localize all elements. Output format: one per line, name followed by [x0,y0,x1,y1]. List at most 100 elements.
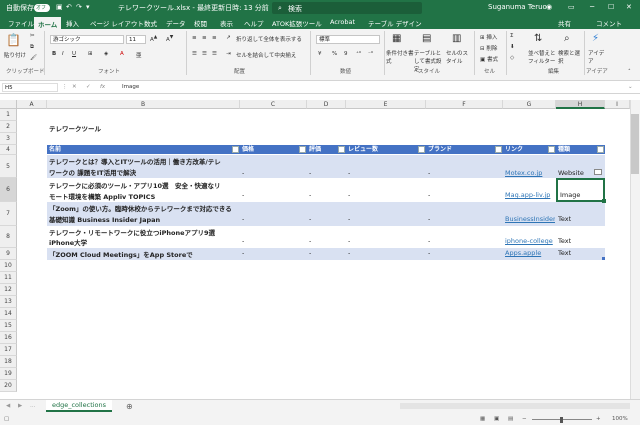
cell-name[interactable]: テレワーク・リモートワークに役立つiPhoneアプリ9選 [49,227,215,237]
formula-input[interactable]: Image [122,84,139,90]
cell-brand[interactable]: - [428,215,430,223]
cell-rating[interactable]: - [309,249,311,257]
cell-type[interactable]: Text [558,237,571,245]
format-painter-icon[interactable]: 🖌 [30,55,37,61]
tab-atok[interactable]: ATOK拡張ツール [272,18,322,28]
cell-name[interactable]: モート環境を構築 Appliv TOPICS [49,191,155,201]
cell-type[interactable]: Text [558,215,571,223]
customize-qat-icon[interactable]: ▾ [86,3,90,11]
zoom-in-icon[interactable]: + [596,416,601,422]
font-shrink-icon[interactable]: A▼ [166,35,173,43]
filter-dropdown-icon[interactable] [299,146,306,153]
row-header[interactable]: 3 [0,133,17,145]
cell-name[interactable]: ワークの 課題をIT活用で解決 [49,167,136,177]
filter-dropdown-icon[interactable] [548,146,555,153]
table-header-price[interactable]: 価格 [240,145,307,154]
percent-icon[interactable]: % [332,51,337,57]
format-as-table-icon[interactable]: ▤ [422,33,431,44]
font-size-select[interactable]: 11 [126,35,146,44]
more-sheets-icon[interactable]: … [30,403,36,409]
cell-name[interactable]: テレワークに必須のツール・アプリ10選 安全・快適なリ [49,180,221,190]
decimal-increase-icon[interactable]: ⁺⁰ [356,51,361,57]
cell-brand[interactable]: - [428,237,430,245]
filter-dropdown-icon[interactable] [338,146,345,153]
copy-icon[interactable]: ⧉ [30,44,34,51]
row-header[interactable]: 1 [0,109,17,121]
cell-reviews[interactable]: - [348,191,350,199]
horizontal-scrollbar[interactable] [400,403,630,409]
close-icon[interactable]: ✕ [626,3,632,11]
column-header-b[interactable]: B [47,100,240,109]
select-all-corner[interactable] [0,100,17,109]
share-button[interactable]: 共有 [558,18,571,28]
font-color-icon[interactable]: A [120,51,124,57]
maximize-icon[interactable]: ☐ [608,3,614,11]
cell-type[interactable]: Text [558,249,571,257]
conditional-format-icon[interactable]: ▦ [392,33,401,44]
zoom-out-icon[interactable]: − [522,416,527,422]
row-header[interactable]: 13 [0,296,17,308]
italic-icon[interactable]: I [62,51,64,57]
cell-reviews[interactable]: - [348,215,350,223]
page-break-view-icon[interactable]: ▤ [508,416,513,422]
row-header[interactable]: 2 [0,121,17,133]
sort-filter-button[interactable]: 並べ替えとフィルター [528,49,556,65]
table-header-type[interactable]: 種類 [556,145,605,154]
row-header[interactable]: 9 [0,248,17,260]
tab-data[interactable]: データ [166,18,186,28]
cell-styles-icon[interactable]: ▥ [452,33,461,44]
row-header[interactable]: 20 [0,380,17,392]
search-box[interactable]: ⌕ 検索 [272,2,422,14]
cell-brand[interactable]: - [428,169,430,177]
prev-sheet-icon[interactable]: ◀ [6,403,10,409]
currency-icon[interactable]: ¥ [318,51,322,57]
cell-name[interactable]: 基礎知識 Business Insider Japan [49,214,160,224]
row-header[interactable]: 4 [0,145,17,155]
align-middle-icon[interactable]: ≡ [202,35,207,41]
cell-price[interactable]: - [242,191,244,199]
orientation-icon[interactable]: ↗ [226,35,231,41]
insert-cells-button[interactable]: ⊞ 挿入 [480,33,497,41]
table-header-name[interactable]: 名前 [47,145,240,154]
autosum-icon[interactable]: Σ [510,33,513,39]
insert-function-icon[interactable]: fx [100,84,105,90]
clear-icon[interactable]: ◇ [510,55,514,61]
next-sheet-icon[interactable]: ▶ [18,403,22,409]
cell-reviews[interactable]: - [348,169,350,177]
cell-reviews[interactable]: - [348,237,350,245]
cell-price[interactable]: - [242,237,244,245]
cell-link[interactable]: Apps.apple [505,249,555,257]
row-header[interactable]: 5 [0,155,17,178]
cell-link[interactable]: BusinessInsider [505,215,555,223]
tab-insert[interactable]: 挿入 [66,18,79,28]
tab-home[interactable]: ホーム [34,17,62,29]
align-left-icon[interactable]: ☰ [192,51,197,57]
expand-formula-icon[interactable]: ⌄ [628,84,633,90]
fill-color-icon[interactable]: ◈ [104,51,108,57]
row-header[interactable]: 8 [0,226,17,248]
row-header[interactable]: 10 [0,260,17,272]
add-sheet-icon[interactable]: ⊕ [126,402,133,411]
redo-icon[interactable]: ↷ [76,3,82,11]
user-name[interactable]: Suganuma Teruo [488,3,547,11]
cell-type[interactable]: Website [558,169,584,177]
wrap-text-button[interactable]: 折り返して全体を表示する [236,35,302,43]
cell-rating[interactable]: - [309,237,311,245]
delete-cells-button[interactable]: ⊟ 削除 [480,44,497,52]
cell-name[interactable]: 「Zoom」の使い方。臨時休校からテレワークまで対応できる [49,203,232,213]
align-bottom-icon[interactable]: ≡ [212,35,217,41]
worksheet-grid[interactable]: A B C D E F G H I 1 2 3 4 5 6 7 8 9 10 1… [0,94,640,399]
table-header-brand[interactable]: ブランド [426,145,503,154]
cell-price[interactable]: - [242,215,244,223]
name-box[interactable]: H5 [2,83,58,92]
cell-rating[interactable]: - [309,191,311,199]
comma-icon[interactable]: 9 [344,51,348,57]
cell-price[interactable]: - [242,249,244,257]
row-header[interactable]: 11 [0,272,17,284]
table-header-link[interactable]: リンク [503,145,556,154]
column-header-g[interactable]: G [503,100,556,109]
merge-center-button[interactable]: セルを結合して中央揃え [236,51,296,59]
row-header[interactable]: 19 [0,368,17,380]
indent-icon[interactable]: ⇥ [226,51,231,57]
tab-help[interactable]: ヘルプ [244,18,264,28]
